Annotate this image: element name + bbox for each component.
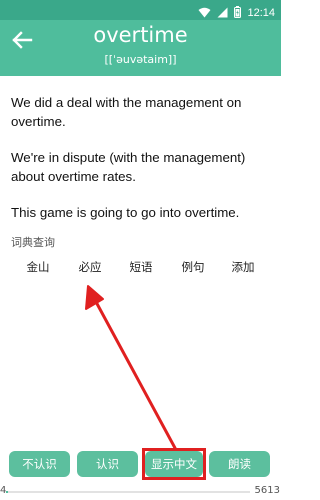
- phonetic-text: [[ˈəuvətaim]]: [104, 53, 177, 66]
- status-bar: 12:14: [0, 0, 281, 20]
- dictionary-links: 金山 必应 短语 例句 添加: [0, 259, 281, 279]
- dict-link-phrases[interactable]: 短语: [130, 259, 153, 275]
- action-button-row: 不认识 认识 显示中文 朗读: [0, 448, 281, 480]
- dict-link-add[interactable]: 添加: [232, 259, 255, 275]
- known-button[interactable]: 认识: [77, 451, 138, 477]
- dict-link-jinshan[interactable]: 金山: [27, 259, 50, 275]
- progress-bar[interactable]: [6, 491, 250, 493]
- progress-fill: [6, 491, 8, 493]
- highlight-box: [142, 448, 206, 480]
- progress-total: 5613: [254, 485, 280, 496]
- dict-link-examples[interactable]: 例句: [182, 259, 205, 275]
- status-time: 12:14: [247, 6, 275, 19]
- example-sentence: We're in dispute (with the management) a…: [11, 150, 246, 184]
- unknown-button[interactable]: 不认识: [9, 451, 70, 477]
- example-sentences: We did a deal with the management on ove…: [11, 93, 273, 239]
- example-sentence: This game is going to go into overtime.: [11, 205, 240, 220]
- example-sentence: We did a deal with the management on ove…: [11, 95, 242, 129]
- dict-link-bing[interactable]: 必应: [79, 259, 102, 275]
- dictionary-label: 词典查询: [11, 236, 55, 249]
- read-aloud-button[interactable]: 朗读: [209, 451, 270, 477]
- word-title: overtime: [93, 23, 188, 47]
- word-header: overtime [[ˈəuvətaim]]: [0, 20, 281, 76]
